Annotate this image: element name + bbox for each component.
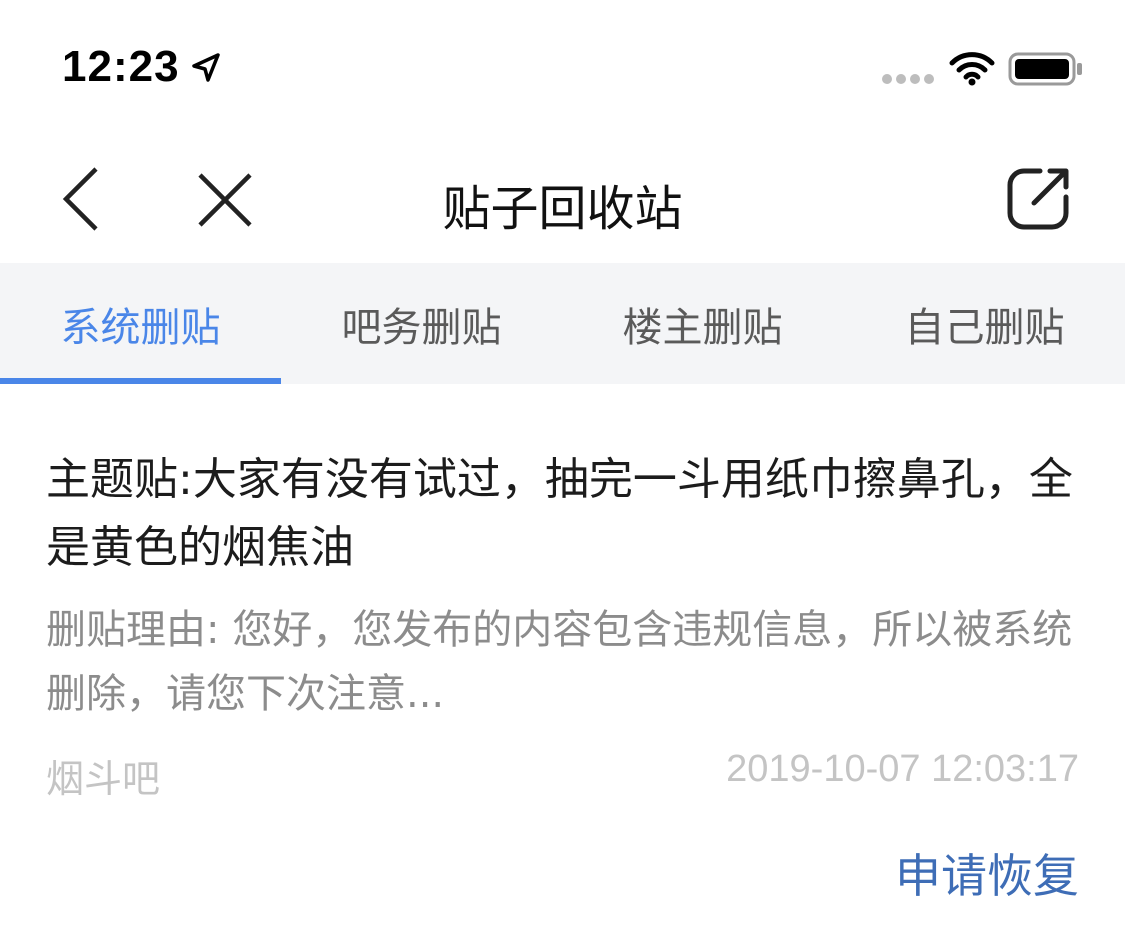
tab-label: 自己删贴 [904, 304, 1065, 351]
post-title[interactable]: 主题贴:大家有没有试过，抽完一斗用纸巾擦鼻孔，全是黄色的烟焦油 [46, 446, 1086, 582]
wifi-icon [949, 52, 995, 86]
deleted-post-card: 主题贴:大家有没有试过，抽完一斗用纸巾擦鼻孔，全是黄色的烟焦油 删贴理由: 您好… [0, 384, 1125, 943]
battery-icon [1008, 52, 1082, 86]
tab-bar: 系统删贴 吧务删贴 楼主删贴 自己删贴 [0, 263, 1125, 384]
tab-label: 楼主删贴 [622, 304, 783, 351]
forum-name: 烟斗吧 [46, 757, 161, 801]
tab-self-deleted[interactable]: 自己删贴 [844, 263, 1125, 384]
tab-label: 吧务删贴 [341, 304, 502, 351]
status-bar: 12:23 [0, 0, 1125, 135]
post-timestamp: 2019-10-07 12:03:17 [726, 748, 1079, 790]
tab-label: 系统删贴 [60, 304, 221, 351]
page-title: 贴子回收站 [442, 181, 683, 237]
tab-admin-deleted[interactable]: 吧务删贴 [281, 263, 562, 384]
status-time: 12:23 [62, 42, 180, 91]
tab-op-deleted[interactable]: 楼主删贴 [562, 263, 843, 384]
location-arrow-icon [192, 53, 220, 82]
signal-dots-icon [882, 74, 934, 84]
nav-bar: 贴子回收站 [0, 135, 1125, 263]
tab-system-deleted[interactable]: 系统删贴 [0, 263, 281, 384]
restore-button[interactable]: 申请恢复 [895, 840, 1079, 906]
share-icon[interactable] [1004, 165, 1072, 233]
delete-reason: 删贴理由: 您好，您发布的内容包含违规信息，所以被系统删除，请您下次注意... [46, 607, 1073, 717]
